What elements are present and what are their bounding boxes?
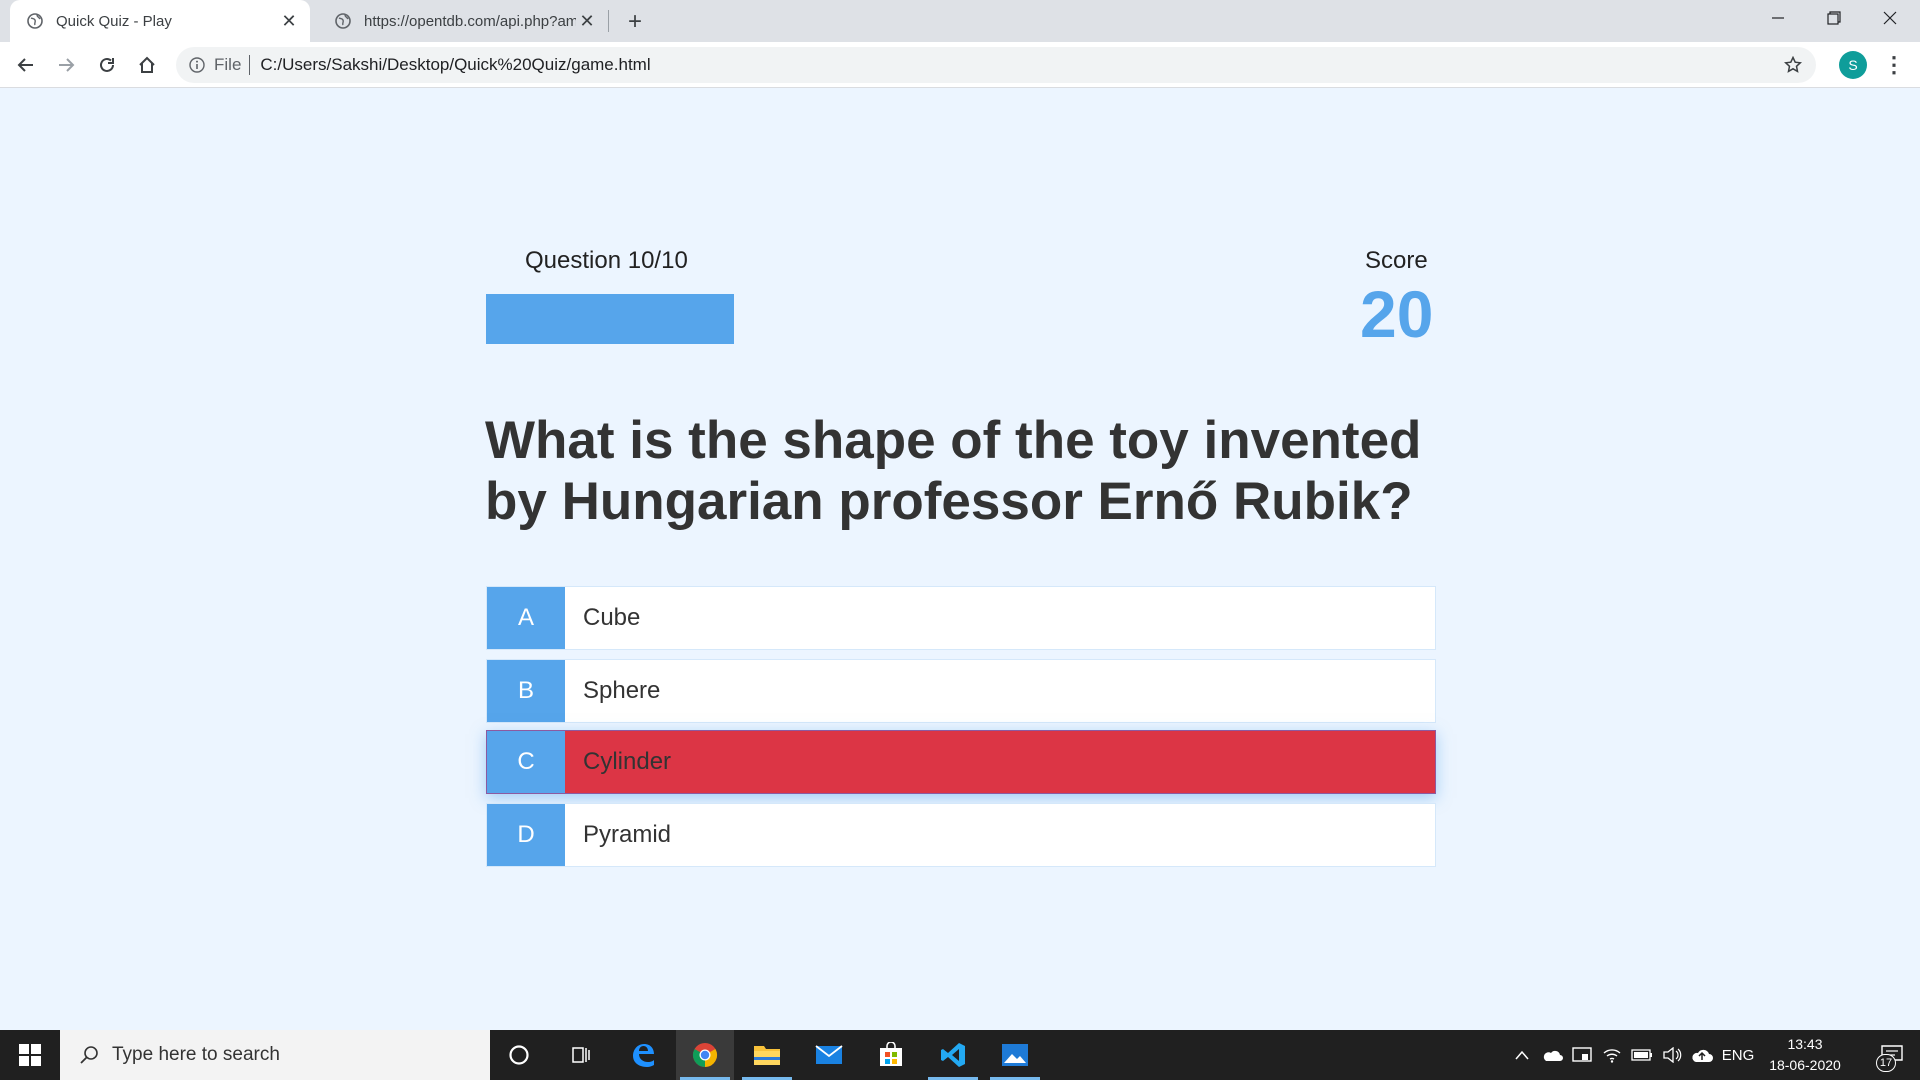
choice-prefix: B bbox=[487, 660, 565, 722]
task-view-icon[interactable] bbox=[552, 1030, 610, 1080]
clock-date: 18-06-2020 bbox=[1769, 1057, 1841, 1073]
close-icon[interactable]: ✕ bbox=[576, 10, 598, 32]
taskbar-search-box[interactable]: Type here to search bbox=[60, 1030, 490, 1080]
bookmark-star-icon[interactable] bbox=[1782, 54, 1804, 76]
choice-text: Sphere bbox=[583, 677, 661, 704]
tab-quick-quiz[interactable]: Quick Quiz - Play ✕ bbox=[10, 0, 310, 42]
taskbar-clock[interactable]: 13:43 18-06-2020 bbox=[1762, 1034, 1848, 1076]
edge-icon[interactable] bbox=[614, 1030, 672, 1080]
globe-icon bbox=[26, 12, 44, 30]
minimize-icon[interactable] bbox=[1750, 0, 1806, 36]
choice-text: Cylinder bbox=[583, 748, 672, 775]
progress-bar-fill bbox=[486, 294, 734, 344]
language-indicator[interactable]: ENG bbox=[1718, 1030, 1758, 1080]
choice-prefix: C bbox=[487, 731, 565, 793]
cortana-icon[interactable] bbox=[490, 1030, 548, 1080]
new-tab-button[interactable]: + bbox=[622, 8, 648, 35]
globe-icon bbox=[334, 12, 352, 30]
battery-icon[interactable] bbox=[1628, 1030, 1656, 1080]
address-bar[interactable]: File C:/Users/Sakshi/Desktop/Quick%20Qui… bbox=[176, 47, 1816, 83]
onedrive-icon[interactable] bbox=[1538, 1030, 1566, 1080]
choice-d[interactable]: D Pyramid bbox=[486, 803, 1436, 867]
vscode-icon[interactable] bbox=[924, 1030, 982, 1080]
tab-opentdb[interactable]: https://opentdb.com/api.php?am ✕ bbox=[318, 0, 608, 42]
browser-tab-strip: Quick Quiz - Play ✕ https://opentdb.com/… bbox=[0, 0, 1920, 42]
back-arrow-icon[interactable] bbox=[10, 49, 42, 81]
profile-avatar[interactable]: S bbox=[1839, 51, 1867, 79]
volume-icon[interactable] bbox=[1658, 1030, 1686, 1080]
choice-c[interactable]: C Cylinder bbox=[486, 730, 1436, 794]
score-label: Score bbox=[1365, 247, 1428, 274]
tab-title: Quick Quiz - Play bbox=[56, 12, 172, 30]
url-text[interactable]: C:/Users/Sakshi/Desktop/Quick%20Quiz/gam… bbox=[260, 55, 650, 75]
chrome-icon[interactable] bbox=[676, 1030, 734, 1080]
file-explorer-icon[interactable] bbox=[738, 1030, 796, 1080]
clock-time: 13:43 bbox=[1787, 1036, 1823, 1052]
tab-divider bbox=[608, 10, 609, 32]
choice-b[interactable]: B Sphere bbox=[486, 659, 1436, 723]
choice-prefix: D bbox=[487, 804, 565, 866]
choice-a[interactable]: A Cube bbox=[486, 586, 1436, 650]
window-close-icon[interactable] bbox=[1862, 0, 1918, 36]
choice-prefix: A bbox=[487, 587, 565, 649]
question-counter: Question 10/10 bbox=[525, 247, 688, 274]
progress-bar bbox=[486, 294, 734, 344]
notification-count-badge: 17 bbox=[1876, 1054, 1896, 1072]
photos-icon[interactable] bbox=[986, 1030, 1044, 1080]
url-divider bbox=[249, 55, 251, 75]
windows-start-icon[interactable] bbox=[0, 1030, 60, 1080]
tab-title: https://opentdb.com/api.php?am bbox=[364, 12, 576, 30]
cloud-upload-icon[interactable] bbox=[1688, 1030, 1716, 1080]
search-icon bbox=[78, 1044, 100, 1066]
more-menu-icon[interactable]: ⋮ bbox=[1880, 51, 1908, 79]
browser-toolbar: File C:/Users/Sakshi/Desktop/Quick%20Qui… bbox=[0, 42, 1920, 88]
reload-icon[interactable] bbox=[91, 49, 123, 81]
home-icon[interactable] bbox=[131, 49, 163, 81]
mail-icon[interactable] bbox=[800, 1030, 858, 1080]
chevron-up-icon[interactable] bbox=[1508, 1030, 1536, 1080]
score-value: 20 bbox=[1360, 277, 1434, 351]
store-icon[interactable] bbox=[862, 1030, 920, 1080]
choice-text: Pyramid bbox=[583, 821, 672, 848]
security-icon[interactable] bbox=[1568, 1030, 1596, 1080]
url-scheme-label: File bbox=[214, 55, 242, 74]
close-icon[interactable]: ✕ bbox=[278, 10, 300, 32]
wifi-icon[interactable] bbox=[1598, 1030, 1626, 1080]
search-placeholder: Type here to search bbox=[112, 1044, 280, 1065]
info-icon[interactable] bbox=[188, 56, 206, 74]
restore-icon[interactable] bbox=[1806, 0, 1862, 36]
choice-text: Cube bbox=[583, 604, 641, 631]
taskbar: Type here to search ENG 13:43 18-06-2020… bbox=[0, 1030, 1920, 1080]
question-text: What is the shape of the toy invented by… bbox=[485, 411, 1422, 531]
forward-arrow-icon[interactable] bbox=[50, 49, 82, 81]
